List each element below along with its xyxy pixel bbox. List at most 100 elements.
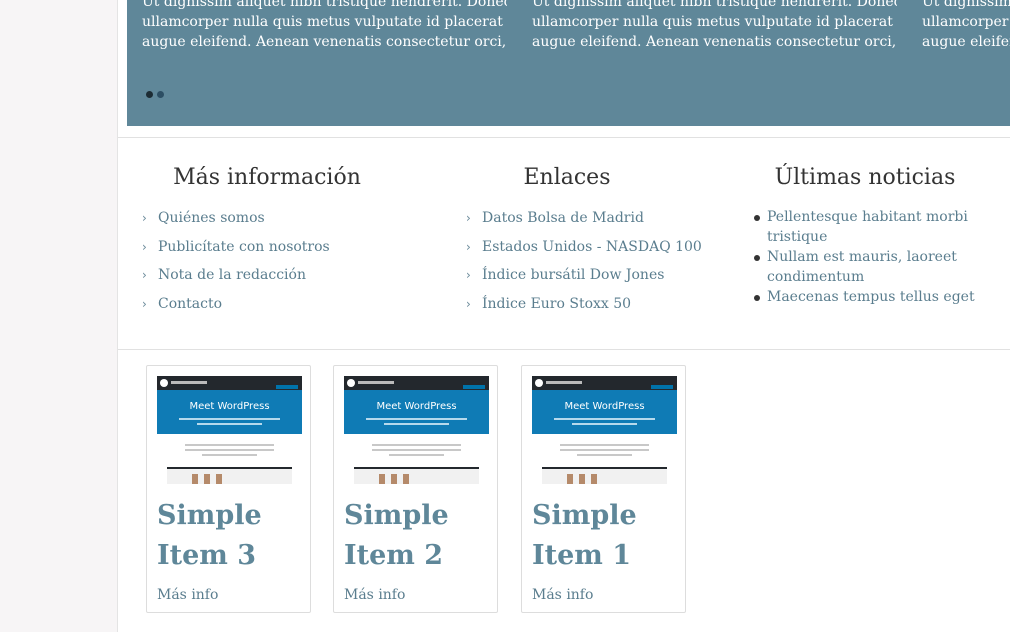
link-list: › Datos Bolsa de Madrid › Estados Unidos -… — [466, 208, 702, 314]
carousel-slide[interactable]: Ut dignissim aliquet nibh tristique hend… — [922, 0, 1010, 52]
footer-link[interactable]: Quiénes somos — [158, 210, 265, 226]
news-list: Pellentesque habitant morbi tristique Nu… — [754, 207, 980, 307]
card-title[interactable]: Simple Item 3 — [157, 496, 297, 576]
news-link[interactable]: Nullam est mauris, laoreet condimentum — [767, 249, 957, 285]
wordpress-logo-icon — [347, 379, 355, 387]
thumb-button — [463, 385, 485, 389]
thumb-line — [577, 454, 632, 456]
column-heading: Enlaces — [523, 165, 611, 190]
thumb-hero-title: Meet WordPress — [376, 401, 457, 412]
slide-text-line: Ut dignissim aliquet nibh tristique hend… — [922, 0, 1010, 10]
list-item: › Índice Euro Stoxx 50 — [466, 294, 668, 314]
list-item: › Datos Bolsa de Madrid — [466, 208, 668, 228]
carousel: Ut dignissim aliquet nibh tristique hend… — [127, 0, 1010, 126]
thumb-toolbar — [157, 376, 302, 390]
footer-link[interactable]: Datos Bolsa de Madrid — [482, 210, 644, 226]
slide-text-line: augue eleifend. Aenean venenatis consect… — [532, 34, 897, 50]
list-item: Nullam est mauris, laoreet condimentum — [754, 247, 980, 287]
more-info-link[interactable]: Más info — [157, 585, 218, 605]
footer-link[interactable]: Índice bursátil Dow Jones — [482, 267, 664, 283]
more-info-link[interactable]: Más info — [344, 585, 405, 605]
thumb-line — [372, 444, 461, 446]
thumb-line — [202, 454, 257, 456]
card-thumbnail[interactable]: Meet WordPress — [532, 376, 677, 484]
thumb-line — [560, 449, 649, 451]
footer-link[interactable]: Nota de la redacción — [158, 267, 306, 283]
chevron-right-icon: › — [142, 297, 147, 312]
chevron-right-icon: › — [466, 239, 471, 254]
column-heading: Más información — [173, 165, 361, 190]
carousel-dot[interactable] — [157, 91, 164, 98]
footer-column-enlaces: Enlaces › Datos Bolsa de Madrid › Estados … — [466, 163, 702, 323]
thumb-line — [384, 423, 449, 425]
thumb-hero-title: Meet WordPress — [189, 401, 270, 412]
card-title[interactable]: Simple Item 2 — [344, 496, 484, 576]
slide-text-line: Ut dignissim aliquet nibh tristique hend… — [532, 0, 897, 10]
footer-link[interactable]: Estados Unidos - NASDAQ 100 — [482, 239, 702, 255]
carousel-slide[interactable]: Ut dignissim aliquet nibh tristique hend… — [142, 0, 507, 52]
carousel-dot-active[interactable] — [146, 91, 153, 98]
chevron-right-icon: › — [142, 211, 147, 225]
list-item: › Nota de la redacción — [142, 265, 392, 285]
item-card[interactable]: Meet WordPress Simple Item 1 Más info — [521, 365, 686, 613]
slide-text-line: ullamcorper nulla quis metus vulputate i… — [532, 14, 893, 30]
thumb-line — [372, 449, 461, 451]
wordpress-logo-icon — [535, 379, 543, 387]
thumb-screenshot — [167, 467, 292, 484]
thumb-line — [366, 418, 467, 420]
bullet-icon — [754, 215, 760, 221]
list-item: › Publicítate con nosotros — [142, 237, 392, 257]
list-item: › Estados Unidos - NASDAQ 100 — [466, 237, 702, 257]
thumb-line — [185, 444, 274, 446]
news-link[interactable]: Maecenas tempus tellus eget — [767, 289, 975, 305]
thumb-toolbar — [532, 376, 677, 390]
thumb-hero-title: Meet WordPress — [564, 401, 645, 412]
chevron-right-icon: › — [466, 268, 471, 283]
link-list: › Quiénes somos › Publicítate con nosotros… — [142, 208, 392, 314]
news-link[interactable]: Pellentesque habitant morbi tristique — [767, 209, 968, 245]
slide-text-line: ullamcorper nulla quis metus vulputate i… — [922, 14, 1010, 30]
footer-column-noticias: Últimas noticias Pellentesque habitant m… — [754, 163, 980, 307]
carousel-slide[interactable]: Ut dignissim aliquet nibh tristique hend… — [532, 0, 897, 52]
column-heading: Últimas noticias — [774, 165, 956, 190]
thumb-line — [554, 418, 655, 420]
thumb-screenshot — [542, 467, 667, 484]
footer-link[interactable]: Publicítate con nosotros — [158, 239, 330, 255]
footer-column-info: Más información › Quiénes somos › Publicít… — [142, 163, 392, 323]
thumb-line — [572, 423, 637, 425]
slide-text-line: augue eleifend. Aenean venenatis consect… — [922, 34, 1010, 50]
thumb-line — [197, 423, 262, 425]
thumb-nav — [358, 381, 394, 384]
thumb-hero: Meet WordPress — [157, 390, 302, 434]
wordpress-logo-icon — [160, 379, 168, 387]
divider — [118, 349, 1010, 350]
more-info-link[interactable]: Más info — [532, 585, 593, 605]
slide-text-line: Ut dignissim aliquet nibh tristique hend… — [142, 0, 507, 10]
card-title[interactable]: Simple Item 1 — [532, 496, 672, 576]
thumb-line — [185, 449, 274, 451]
list-item: › Contacto — [142, 294, 392, 314]
chevron-right-icon: › — [466, 211, 471, 225]
chevron-right-icon: › — [466, 297, 471, 312]
thumb-toolbar — [344, 376, 489, 390]
thumb-nav — [546, 381, 582, 384]
chevron-right-icon: › — [142, 268, 147, 283]
list-item: Pellentesque habitant morbi tristique — [754, 207, 980, 247]
card-thumbnail[interactable]: Meet WordPress — [344, 376, 489, 484]
carousel-pagination — [146, 91, 164, 98]
left-sidebar-gutter — [0, 0, 118, 632]
list-item: Maecenas tempus tellus eget — [754, 287, 980, 307]
chevron-right-icon: › — [142, 239, 147, 254]
list-item: › Quiénes somos — [142, 208, 392, 228]
thumb-nav — [171, 381, 207, 384]
thumb-button — [651, 385, 673, 389]
item-card[interactable]: Meet WordPress Simple Item 3 Más info — [146, 365, 311, 613]
footer-link[interactable]: Contacto — [158, 296, 222, 312]
footer-link[interactable]: Índice Euro Stoxx 50 — [482, 296, 631, 312]
item-card[interactable]: Meet WordPress Simple Item 2 Más info — [333, 365, 498, 613]
thumb-line — [560, 444, 649, 446]
bullet-icon — [754, 255, 760, 261]
thumb-hero: Meet WordPress — [344, 390, 489, 434]
card-thumbnail[interactable]: Meet WordPress — [157, 376, 302, 484]
thumb-button — [276, 385, 298, 389]
